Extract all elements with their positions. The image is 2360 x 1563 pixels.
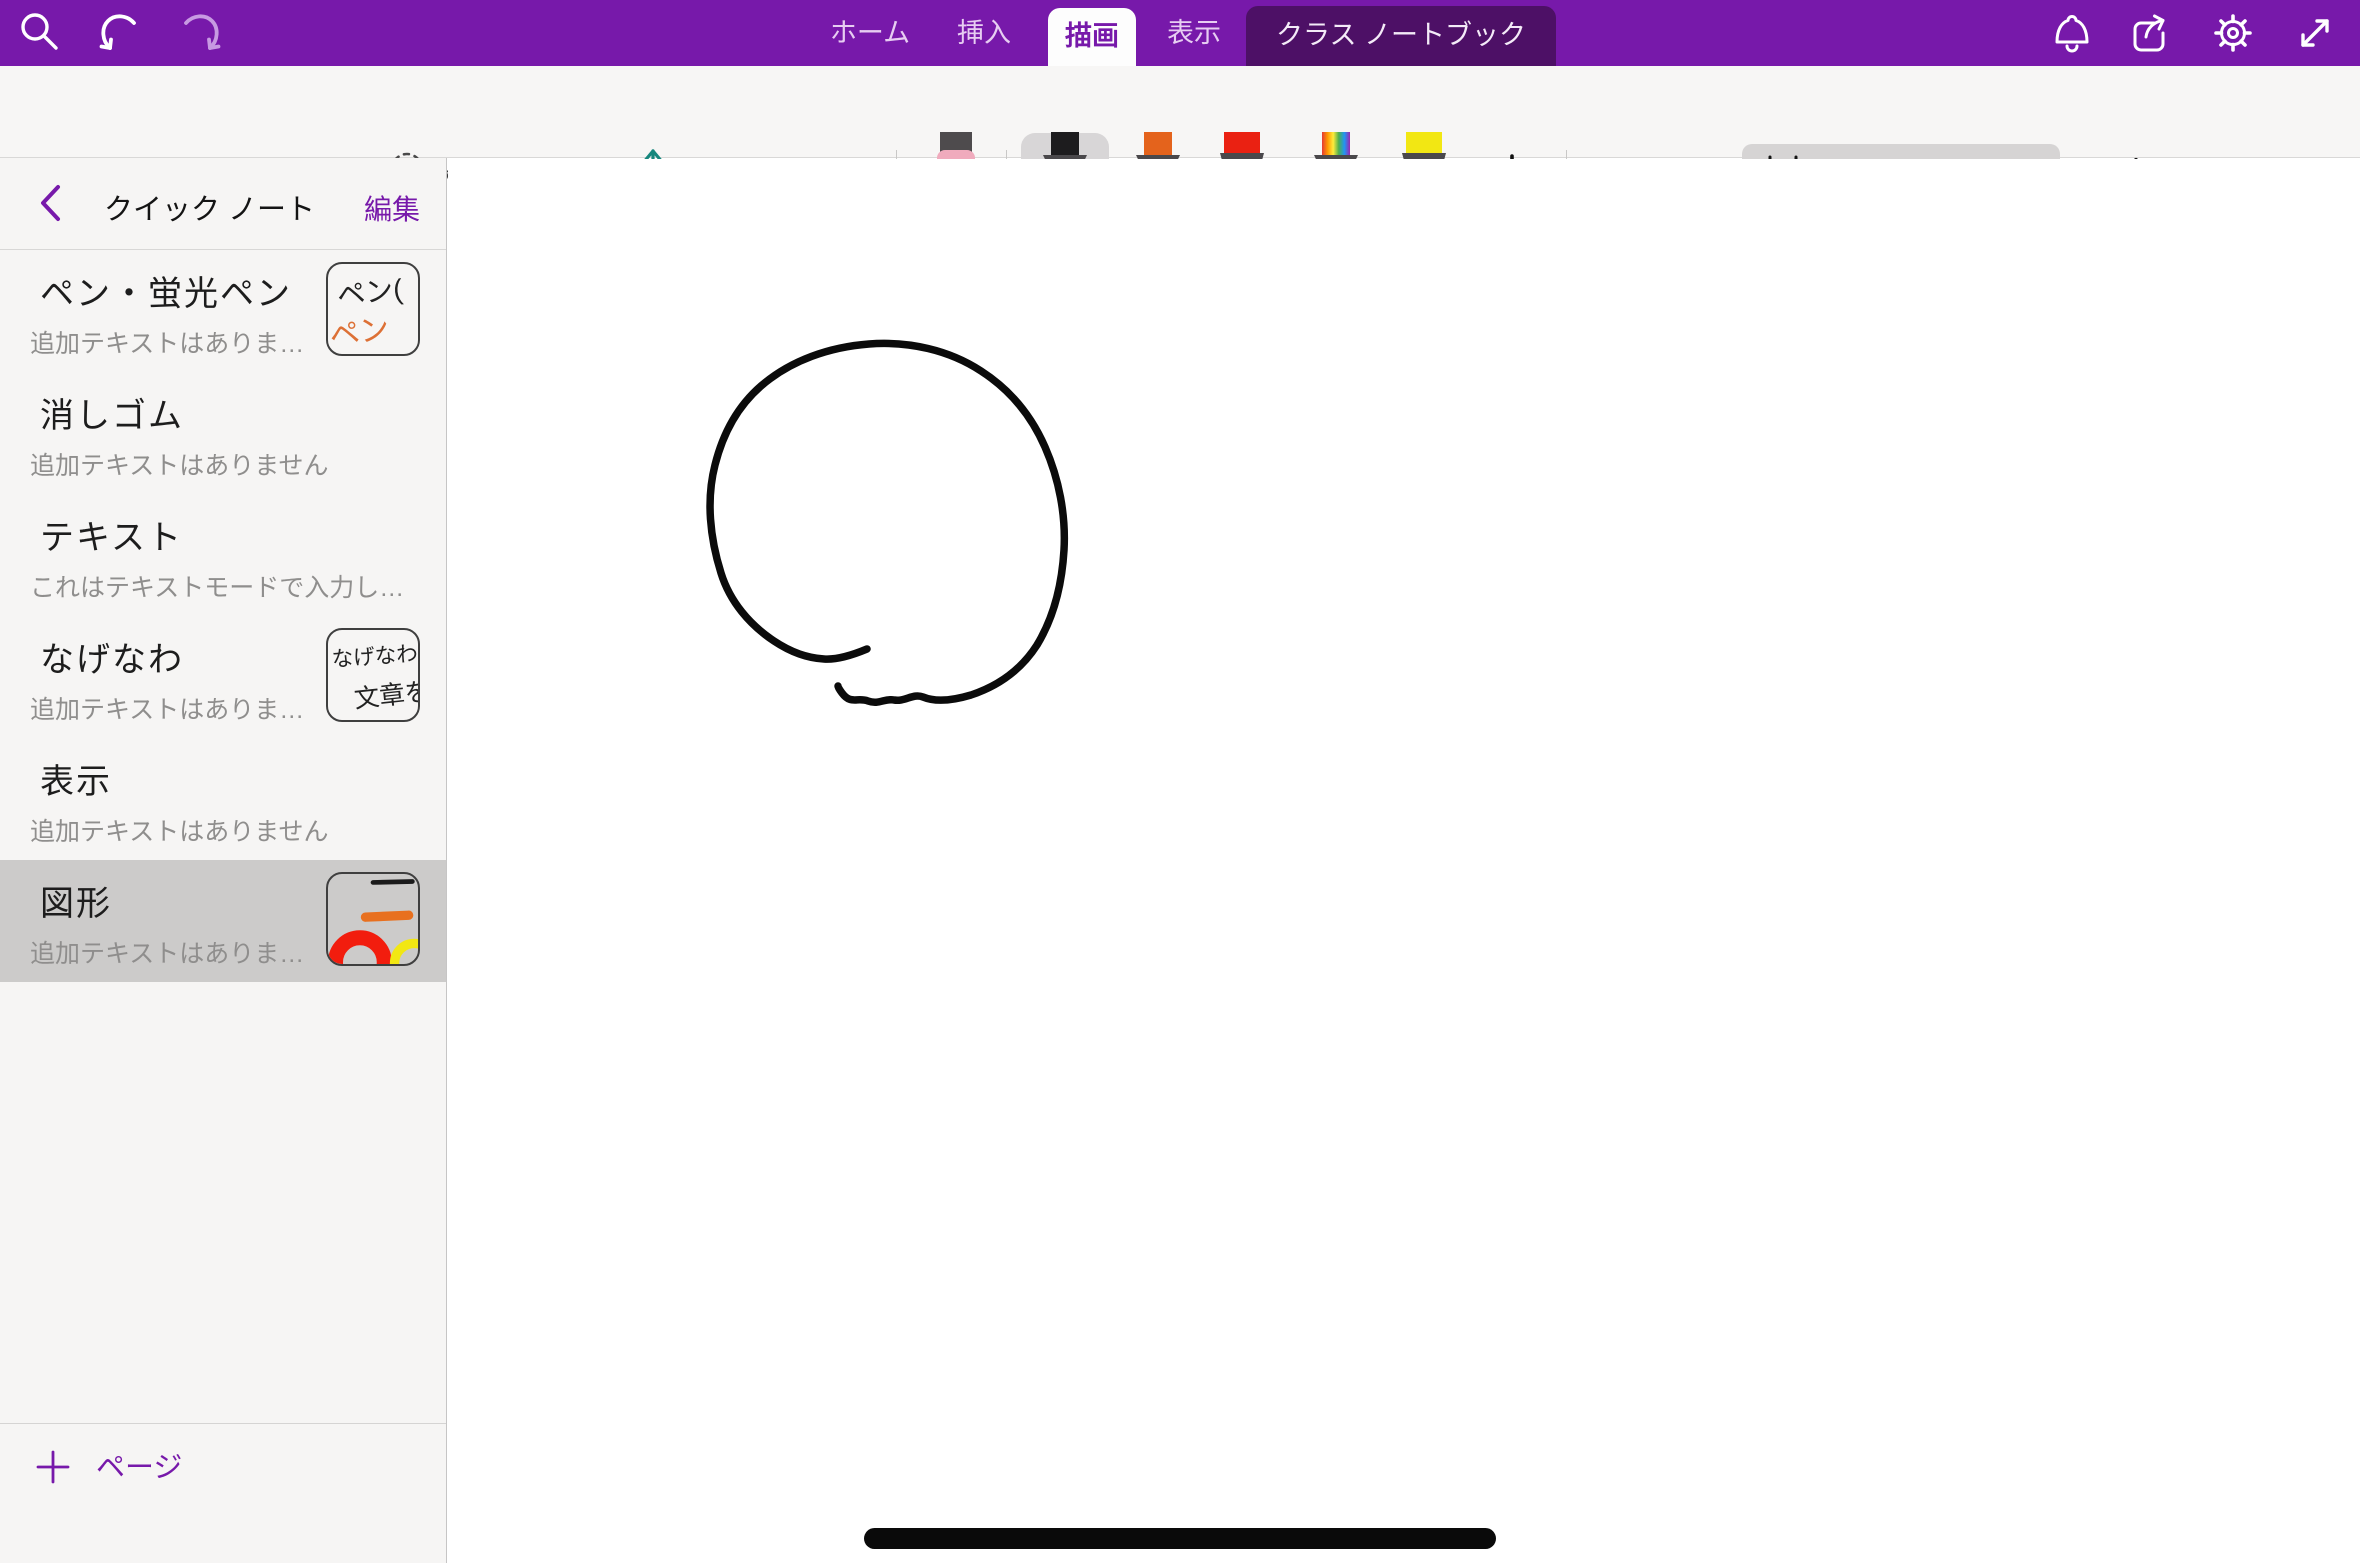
home-indicator[interactable] bbox=[864, 1528, 1496, 1549]
page-item-eraser[interactable]: 消しゴム 追加テキストはありません bbox=[0, 372, 446, 494]
svg-text:ペン(: ペン( bbox=[336, 273, 405, 311]
tab-home[interactable]: ホーム bbox=[820, 0, 920, 66]
page-subtitle: 追加テキストはありません bbox=[30, 446, 329, 482]
svg-text:ペン: ペン bbox=[328, 312, 392, 353]
back-chevron-icon[interactable] bbox=[38, 184, 62, 222]
page-subtitle: 追加テキストはありま… bbox=[30, 934, 304, 970]
page-title: 表示 bbox=[40, 754, 112, 803]
plus-icon bbox=[36, 1450, 70, 1484]
ink-stroke-circle bbox=[448, 159, 2360, 1563]
page-subtitle: 追加テキストはありま… bbox=[30, 690, 304, 726]
edit-button[interactable]: 編集 bbox=[364, 188, 420, 228]
page-title: テキスト bbox=[40, 510, 183, 559]
page-list: ペン・蛍光ペン 追加テキストはありま… ペン( ペン 消しゴム 追加テキストはあ… bbox=[0, 250, 446, 982]
page-title: 消しゴム bbox=[40, 388, 184, 437]
fullscreen-expand-icon[interactable] bbox=[2292, 10, 2338, 56]
page-thumbnail: なげなわ 文章を bbox=[326, 628, 420, 722]
page-item-pen-highlighter[interactable]: ペン・蛍光ペン 追加テキストはありま… ペン( ペン bbox=[0, 250, 446, 372]
page-item-text[interactable]: テキスト これはテキストモードで入力し… bbox=[0, 494, 446, 616]
redo-icon[interactable] bbox=[178, 10, 224, 56]
page-title: 図形 bbox=[40, 876, 112, 925]
notebook-section-title: クイック ノート bbox=[104, 186, 315, 228]
svg-text:なげなわ: なげなわ bbox=[331, 641, 418, 672]
page-list-sidebar: クイック ノート 編集 ペン・蛍光ペン 追加テキストはありま… ペン( ペン 消… bbox=[0, 158, 447, 1563]
search-icon[interactable] bbox=[18, 10, 64, 56]
share-icon[interactable] bbox=[2126, 10, 2172, 56]
page-item-lasso[interactable]: なげなわ 追加テキストはありま… なげなわ 文章を bbox=[0, 616, 446, 738]
settings-gear-icon[interactable] bbox=[2210, 10, 2256, 56]
page-thumbnail: ペン( ペン bbox=[326, 262, 420, 356]
add-page-label: ページ bbox=[96, 1450, 182, 1486]
page-title: ペン・蛍光ペン bbox=[40, 266, 292, 315]
page-title: なげなわ bbox=[40, 632, 184, 681]
sidebar-header: クイック ノート 編集 bbox=[0, 158, 446, 250]
page-item-view[interactable]: 表示 追加テキストはありません bbox=[0, 738, 446, 860]
undo-icon[interactable] bbox=[96, 10, 142, 56]
page-thumbnail bbox=[326, 872, 420, 966]
note-canvas[interactable] bbox=[448, 159, 2360, 1563]
notifications-bell-icon[interactable] bbox=[2048, 10, 2094, 56]
tab-class-notebook[interactable]: クラス ノートブック bbox=[1246, 6, 1556, 66]
page-item-shapes-selected[interactable]: 図形 追加テキストはありま… bbox=[0, 860, 446, 982]
page-subtitle: これはテキストモードで入力し… bbox=[30, 568, 404, 604]
page-subtitle: 追加テキストはありま… bbox=[30, 324, 304, 360]
top-app-bar: ホーム 挿入 描画 表示 クラス ノートブック bbox=[0, 0, 2360, 66]
tab-draw[interactable]: 描画 bbox=[1048, 8, 1136, 66]
draw-toolbar: A テキスト モード なげなわ選択 スペースの挿入 bbox=[0, 66, 2360, 158]
tab-insert[interactable]: 挿入 bbox=[934, 0, 1034, 66]
svg-text:文章を: 文章を bbox=[353, 678, 418, 714]
page-subtitle: 追加テキストはありません bbox=[30, 812, 329, 848]
tab-view[interactable]: 表示 bbox=[1146, 0, 1242, 66]
add-page-button[interactable]: ページ bbox=[0, 1423, 446, 1563]
